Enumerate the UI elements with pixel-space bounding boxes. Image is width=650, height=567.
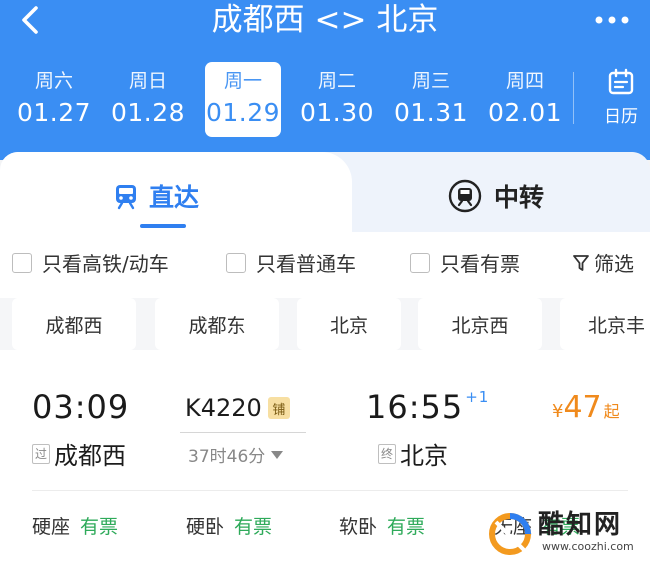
duration-text: 37时46分 <box>188 447 266 467</box>
date-weekday: 周四 <box>505 70 544 92</box>
route-line <box>180 432 306 433</box>
train-number: K4220 铺 <box>185 394 290 422</box>
card-divider <box>32 490 628 491</box>
filter-button[interactable]: 筛选 <box>572 248 634 277</box>
berth-badge: 铺 <box>267 397 290 419</box>
date-day: 01.31 <box>393 98 469 127</box>
date-day: 01.29 <box>205 98 281 127</box>
seat-status: 有票 <box>234 516 273 538</box>
seat-hard-seat: 硬座 有票 <box>32 512 118 539</box>
date-day: 02.01 <box>487 98 563 127</box>
date-weekday: 周三 <box>411 70 450 92</box>
station-chip[interactable]: 北京西 <box>418 298 542 350</box>
date-item-0127[interactable]: 周六 01.27 <box>16 62 92 137</box>
date-day: 01.30 <box>299 98 375 127</box>
filter-icon <box>573 254 589 271</box>
station-chip[interactable]: 成都西 <box>12 298 136 350</box>
header: 成都西 <> 北京 周六 01.27 周日 01.28 周一 01.29 周二 … <box>0 0 650 160</box>
more-button[interactable] <box>594 2 630 38</box>
date-item-0201[interactable]: 周四 02.01 <box>487 62 563 137</box>
station-chip[interactable]: 北京丰 <box>560 298 650 350</box>
tab-direct[interactable]: 直达 <box>113 178 199 214</box>
departure-station: 过 成都西 <box>32 436 126 471</box>
date-item-0128[interactable]: 周日 01.28 <box>110 62 186 137</box>
seat-status: 有票 <box>387 516 426 538</box>
filter-label: 只看有票 <box>440 252 520 276</box>
filter-normal-train[interactable]: 只看普通车 <box>226 248 356 277</box>
date-item-0131[interactable]: 周三 01.31 <box>393 62 469 137</box>
arrival-time-text: 16:55 <box>366 388 464 426</box>
transfer-icon <box>448 179 482 213</box>
date-divider <box>573 72 574 124</box>
watermark-text: 酷知网 <box>538 510 623 540</box>
checkbox[interactable] <box>410 252 430 273</box>
train-number-text: K4220 <box>185 394 262 422</box>
date-day: 01.28 <box>110 98 186 127</box>
date-weekday: 周日 <box>128 70 167 92</box>
calendar-label: 日历 <box>604 107 638 127</box>
price-value: 47 <box>563 390 602 425</box>
seat-soft-sleeper: 软卧 有票 <box>339 512 425 539</box>
travel-duration[interactable]: 37时46分 <box>188 442 284 467</box>
date-day: 01.27 <box>16 98 92 127</box>
watermark-logo-icon <box>489 513 531 555</box>
date-item-0129[interactable]: 周一 01.29 <box>205 62 281 137</box>
seat-status: 有票 <box>80 516 119 538</box>
seat-hard-sleeper: 硬卧 有票 <box>186 512 272 539</box>
departure-station-name: 成都西 <box>54 442 126 470</box>
seat-type: 硬座 <box>32 516 71 538</box>
train-icon <box>116 185 136 210</box>
date-item-0130[interactable]: 周二 01.30 <box>299 62 375 137</box>
date-weekday: 周二 <box>317 70 356 92</box>
date-weekday: 周一 <box>223 70 262 92</box>
filter-label: 筛选 <box>594 252 634 276</box>
seat-type: 软卧 <box>339 516 378 538</box>
checkbox[interactable] <box>12 252 32 273</box>
station-chip[interactable]: 成都东 <box>155 298 279 350</box>
departure-time: 03:09 <box>32 388 130 426</box>
filter-label: 只看高铁/动车 <box>42 252 169 276</box>
price: ¥ 47 起 <box>552 390 620 425</box>
tab-transfer[interactable]: 中转 <box>448 178 544 214</box>
caret-down-icon <box>271 450 284 459</box>
checkbox[interactable] <box>226 252 246 273</box>
price-unit: 起 <box>603 402 620 421</box>
tab-transfer-label: 中转 <box>494 183 545 212</box>
calendar-button[interactable]: 日历 <box>594 68 648 127</box>
filter-label: 只看普通车 <box>256 252 356 276</box>
filter-bar: 只看高铁/动车 只看普通车 只看有票 筛选 <box>0 248 650 278</box>
day-offset: +1 <box>465 388 490 406</box>
price-currency: ¥ <box>552 401 564 422</box>
date-selector: 周六 01.27 周日 01.28 周一 01.29 周二 01.30 周三 0… <box>0 62 650 137</box>
filter-high-speed[interactable]: 只看高铁/动车 <box>12 248 169 277</box>
watermark-url: www.coozhi.com <box>542 540 634 553</box>
tab-direct-label: 直达 <box>149 183 200 212</box>
arrival-station: 终 北京 <box>378 436 448 471</box>
more-dots-icon <box>595 16 629 24</box>
tab-active-indicator <box>140 224 186 228</box>
watermark: 酷知网 www.coozhi.com <box>488 500 648 566</box>
seat-type: 硬卧 <box>186 516 225 538</box>
filter-available-only[interactable]: 只看有票 <box>410 248 520 277</box>
station-chip[interactable]: 北京 <box>297 298 401 350</box>
arrival-station-name: 北京 <box>400 442 448 470</box>
pass-tag: 过 <box>32 443 50 464</box>
route-tabs: 直达 中转 <box>0 152 650 232</box>
calendar-icon <box>608 68 634 95</box>
station-chips: 成都西 成都东 北京 北京西 北京丰 <box>0 298 650 350</box>
date-weekday: 周六 <box>34 70 73 92</box>
terminal-tag: 终 <box>378 443 396 464</box>
page-title: 成都西 <> 北京 <box>211 2 439 38</box>
arrival-time: 16:55 +1 <box>366 388 489 426</box>
